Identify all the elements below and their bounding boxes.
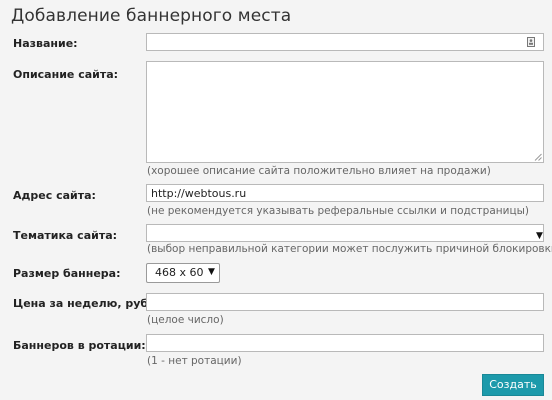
rotation-label: Баннеров в ротации: [13,339,146,352]
topic-hint: (выбор неправильной категории может посл… [147,243,552,255]
topic-select[interactable] [146,224,544,242]
banner-size-select[interactable]: 468 x 60 ▼ [146,263,220,283]
description-hint: (хорошее описание сайта положительно вли… [147,165,491,177]
dropdown-arrow-icon[interactable]: ▼ [536,232,543,241]
url-label: Адрес сайта: [13,189,96,202]
description-label: Описание сайта: [13,68,119,81]
description-textarea[interactable] [146,61,544,163]
rotation-field[interactable] [146,334,544,352]
name-field[interactable] [146,33,544,51]
dropdown-arrow-icon[interactable]: ▼ [208,268,215,277]
resize-grip-icon[interactable] [534,153,542,161]
contact-card-icon[interactable] [527,37,535,47]
url-field[interactable] [146,184,544,202]
url-hint: (не рекомендуется указывать реферальные … [147,205,529,217]
rotation-hint: (1 - нет ротации) [147,355,242,367]
topic-label: Тематика сайта: [13,229,118,242]
create-button[interactable]: Создать [482,374,544,396]
banner-size-label: Размер баннера: [13,267,121,280]
price-field[interactable] [146,293,544,311]
price-label: Цена за неделю, руб.: [13,297,157,310]
banner-size-value: 468 x 60 [155,266,204,279]
name-label: Название: [13,37,78,50]
page-title: Добавление баннерного места [11,6,292,26]
price-hint: (целое число) [147,314,224,326]
